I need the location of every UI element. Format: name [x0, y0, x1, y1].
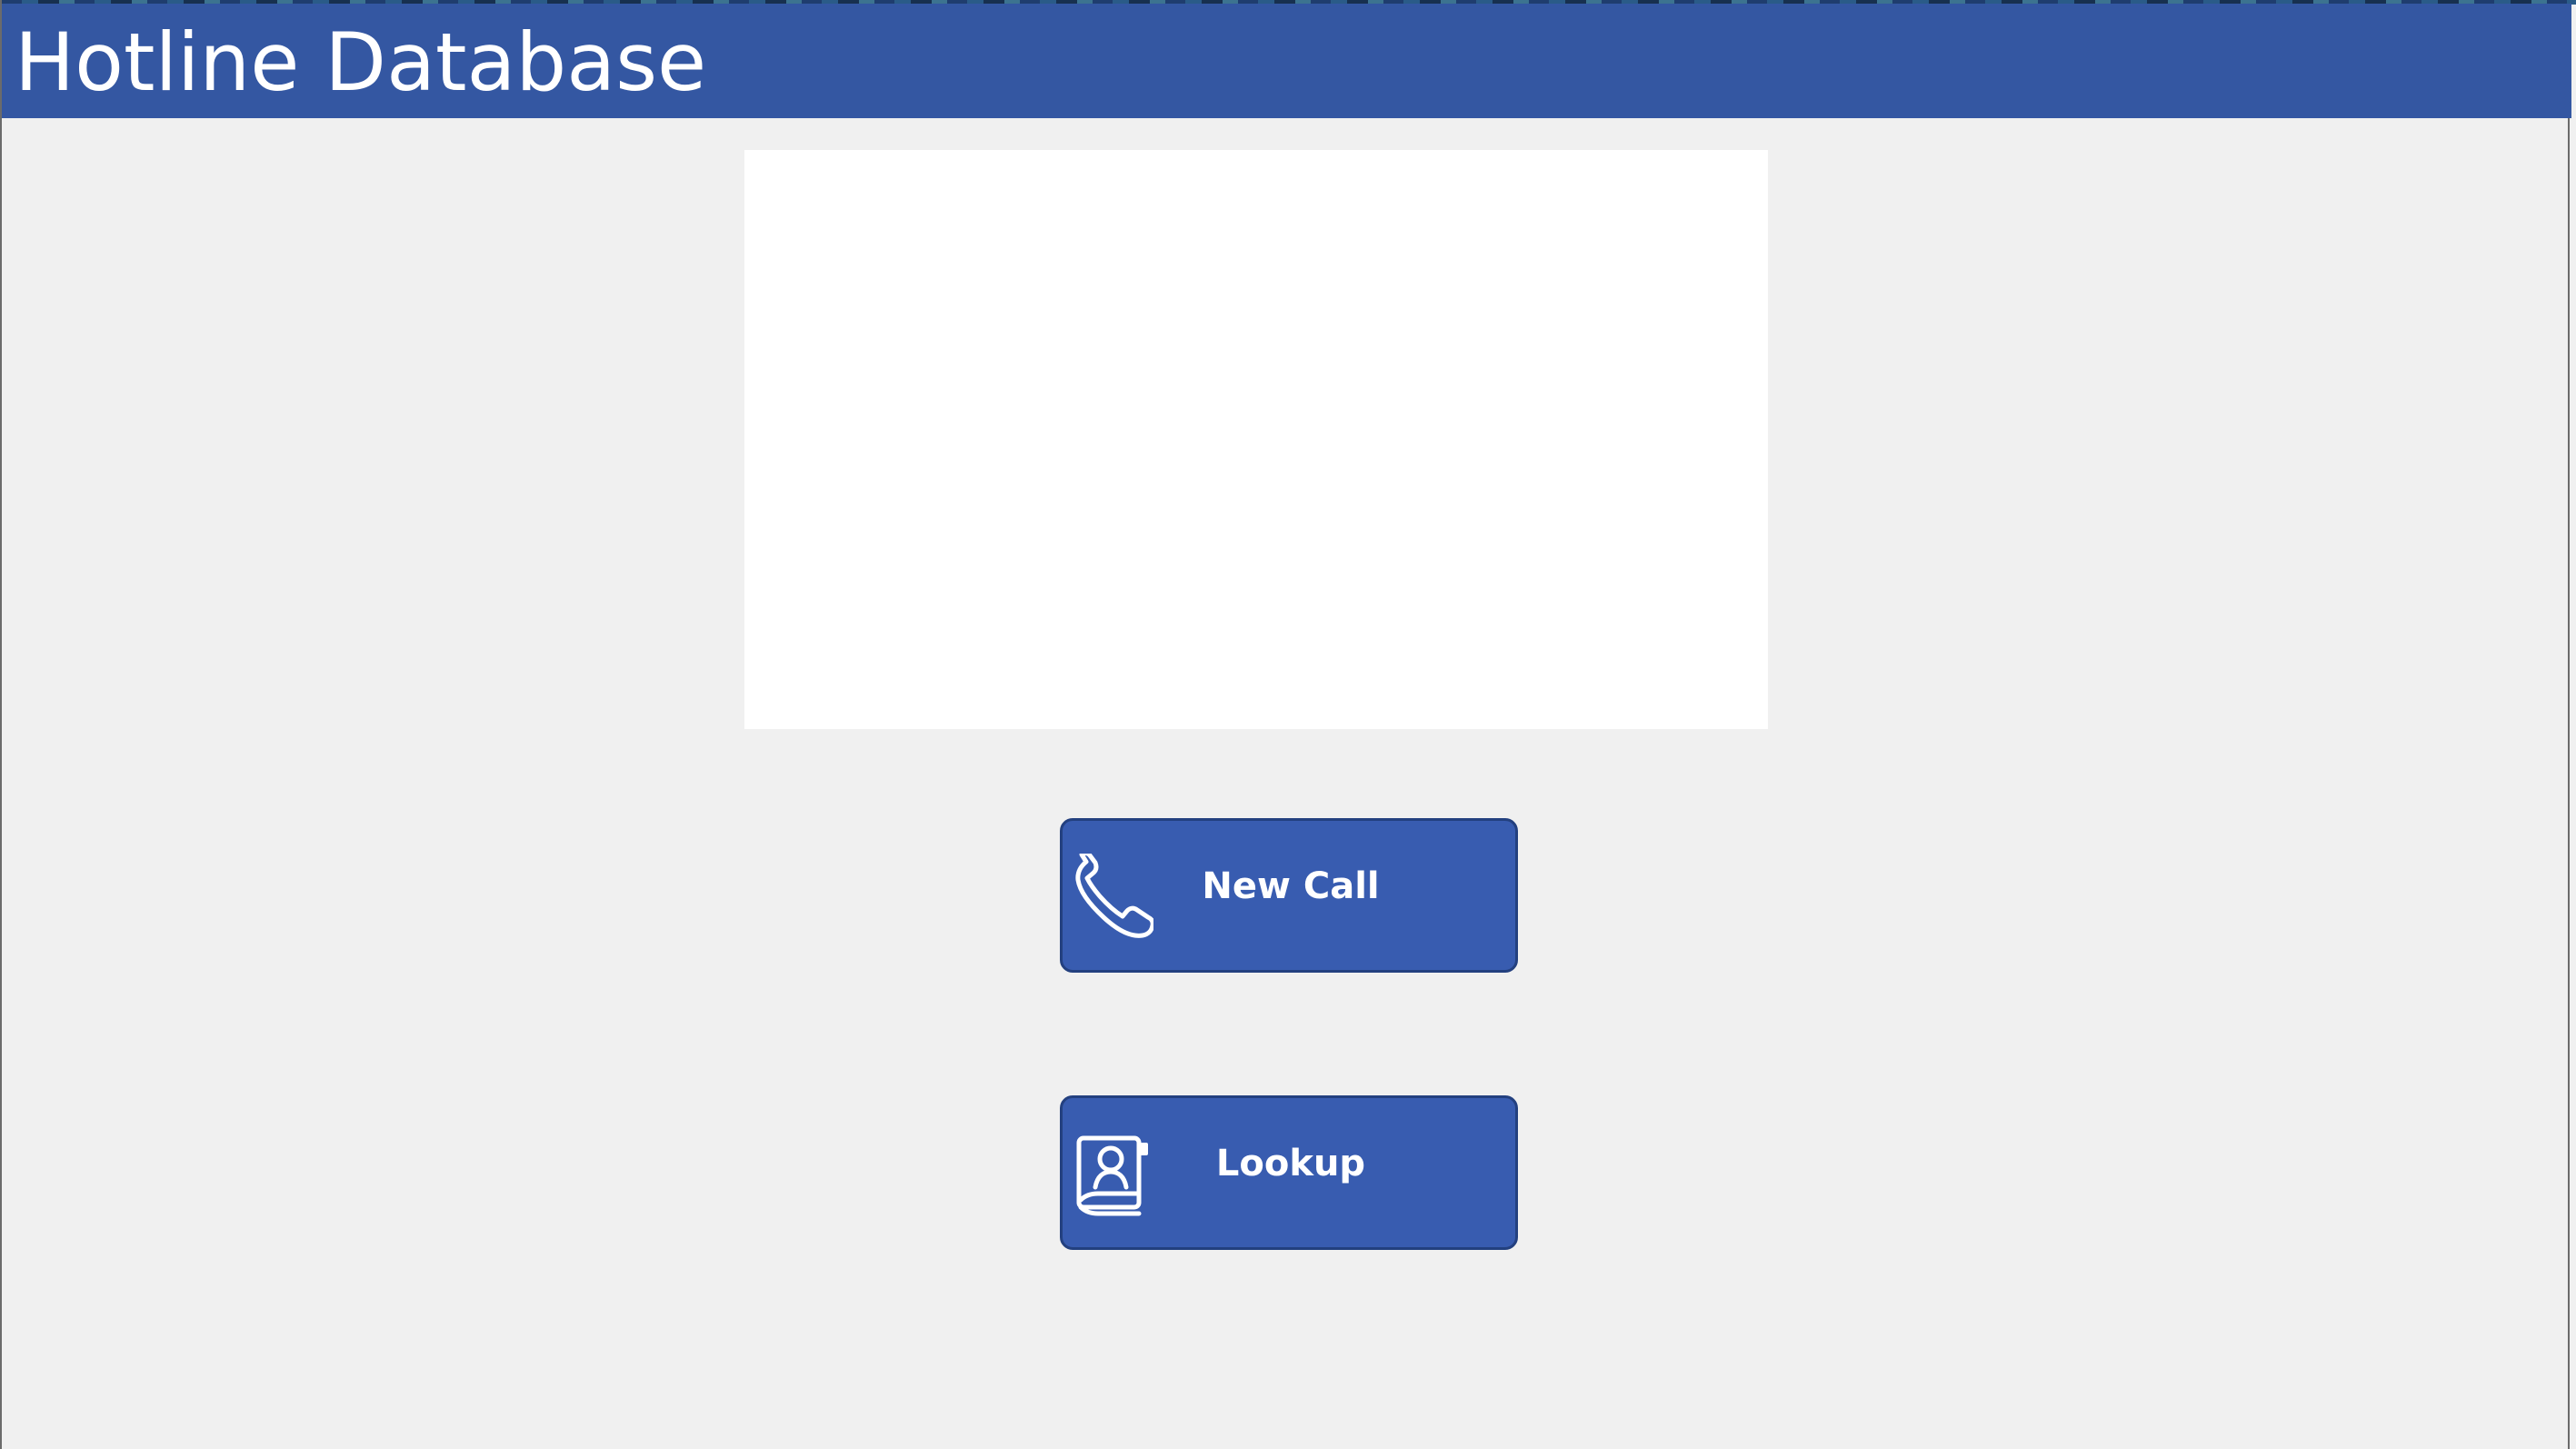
lookup-label: Lookup: [1215, 1143, 1366, 1184]
header-bar: Hotline Database: [2, 4, 2571, 118]
app-screen: Hotline Database New Call Lookup: [0, 0, 2576, 1449]
blank-image-panel: [744, 150, 1768, 729]
page-title: Hotline Database: [15, 15, 707, 109]
lookup-button[interactable]: Lookup: [1060, 1095, 1518, 1250]
new-call-button[interactable]: New Call: [1060, 818, 1518, 973]
new-call-label: New Call: [1202, 865, 1380, 907]
